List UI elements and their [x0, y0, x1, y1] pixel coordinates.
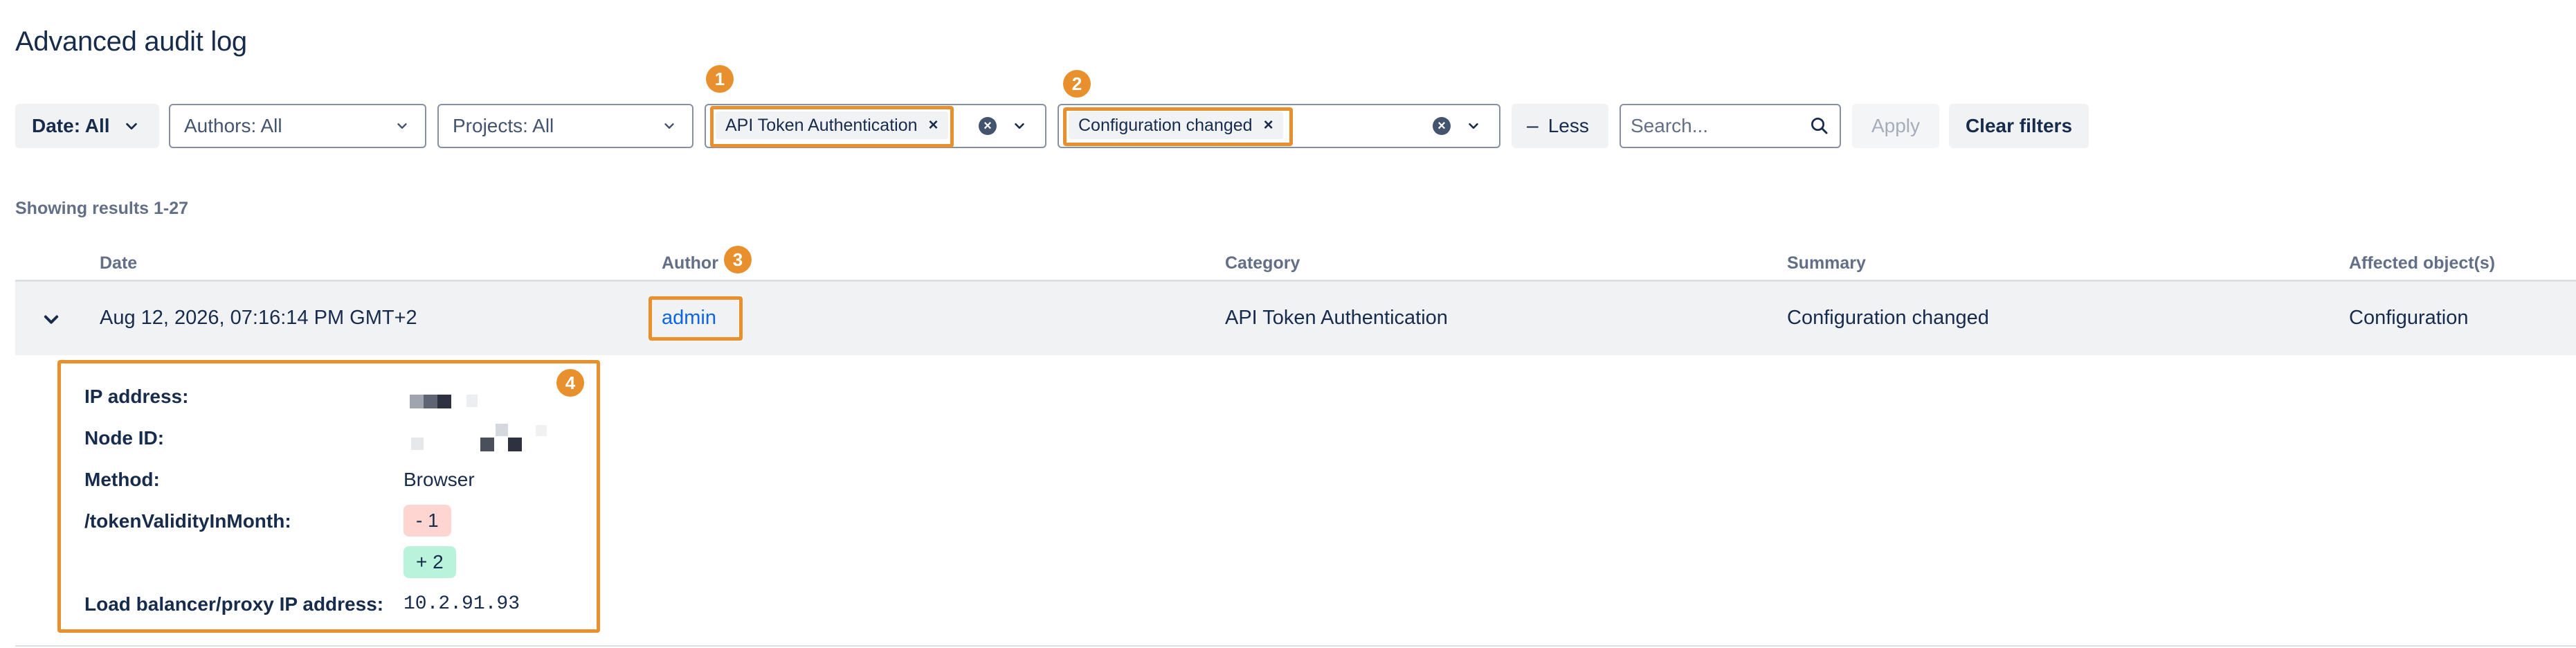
date-filter-button[interactable]: Date: All: [15, 104, 159, 148]
clear-filters-button[interactable]: Clear filters: [1949, 104, 2089, 148]
annotation-badge-2: 2: [1063, 70, 1091, 98]
projects-filter-select[interactable]: Projects: All: [437, 104, 693, 148]
column-header-author: Author: [662, 253, 718, 273]
annotation-badge-3: 3: [724, 246, 752, 273]
authors-filter-label: Authors: All: [184, 115, 282, 136]
highlight-box-4: [57, 360, 600, 633]
chevron-down-icon[interactable]: [1466, 118, 1481, 134]
apply-button[interactable]: Apply: [1852, 104, 1939, 148]
annotation-badge-1: 1: [706, 65, 734, 93]
chevron-down-icon[interactable]: [1012, 118, 1027, 134]
search-placeholder: Search...: [1631, 115, 1709, 136]
annotation-badge-4: 4: [556, 369, 584, 397]
apply-label: Apply: [1871, 115, 1921, 136]
less-filters-button[interactable]: – Less: [1512, 104, 1608, 148]
minus-icon: –: [1527, 114, 1539, 137]
column-header-summary: Summary: [1787, 253, 1866, 273]
column-header-category: Category: [1225, 253, 1300, 273]
chevron-down-icon[interactable]: [42, 309, 61, 329]
row-summary: Configuration changed: [1787, 307, 1989, 329]
chevron-down-icon: [394, 118, 410, 134]
authors-filter-select[interactable]: Authors: All: [169, 104, 426, 148]
clear-icon[interactable]: ×: [1433, 117, 1451, 135]
results-count: Showing results 1-27: [15, 199, 189, 218]
search-icon: [1809, 116, 1840, 136]
highlight-box-1: [710, 106, 954, 147]
clear-filters-label: Clear filters: [1965, 115, 2073, 136]
row-category: API Token Authentication: [1225, 307, 1448, 329]
highlight-box-3: [648, 296, 743, 341]
chevron-down-icon: [662, 118, 677, 134]
projects-filter-label: Projects: All: [453, 115, 554, 136]
column-header-date: Date: [100, 253, 138, 273]
row-divider: [15, 645, 2576, 647]
clear-icon[interactable]: ×: [979, 117, 997, 135]
row-affected: Configuration: [2349, 307, 2469, 329]
date-filter-label: Date: All: [32, 115, 110, 136]
chevron-down-icon: [124, 118, 139, 134]
row-date: Aug 12, 2026, 07:16:14 PM GMT+2: [100, 307, 417, 329]
search-input[interactable]: Search...: [1620, 104, 1841, 148]
column-header-affected: Affected object(s): [2349, 253, 2496, 273]
less-filters-label: Less: [1548, 115, 1589, 136]
page-title: Advanced audit log: [15, 26, 247, 57]
highlight-box-2: [1063, 107, 1293, 146]
